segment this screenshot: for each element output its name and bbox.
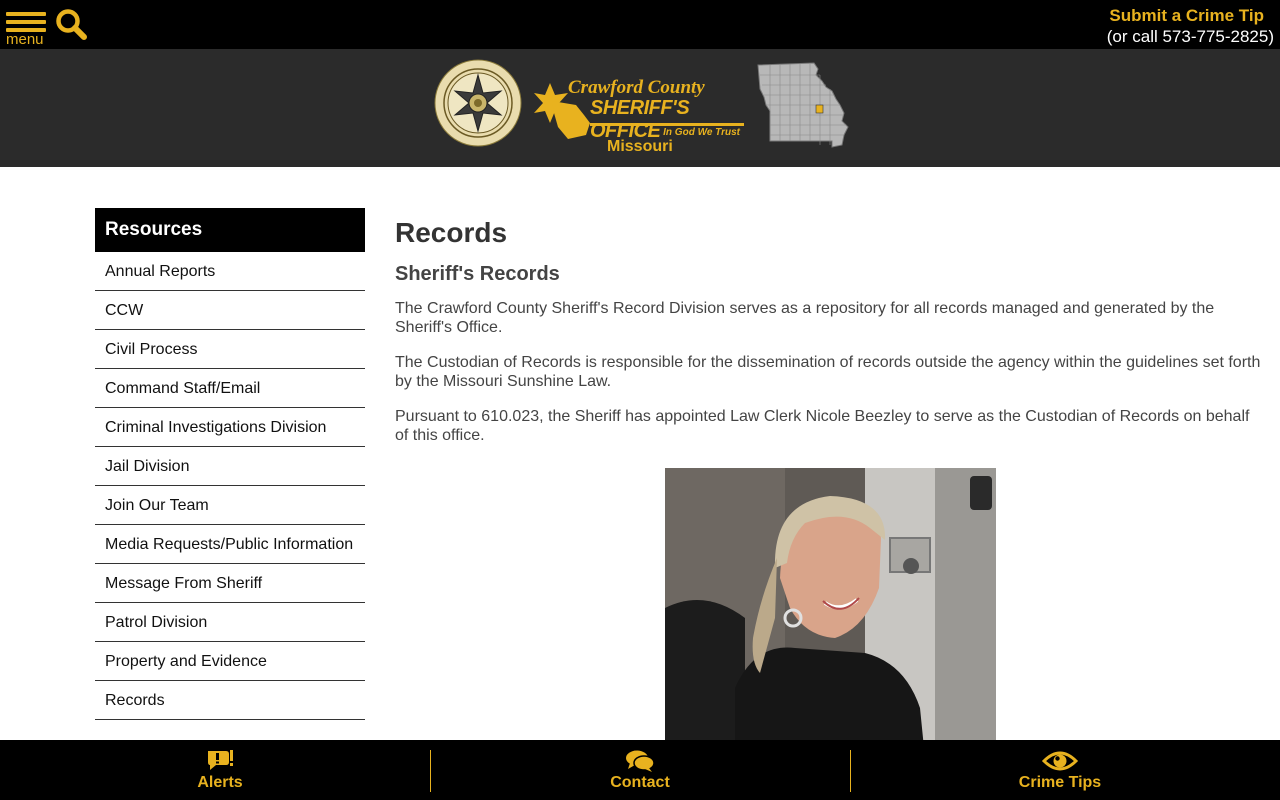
resources-sidebar: Resources Annual Reports CCW Civil Proce… [95,208,365,720]
section-subtitle: Sheriff's Records [395,263,560,285]
sidebar-item-civil-process[interactable]: Civil Process [95,330,365,369]
search-icon[interactable] [54,8,88,42]
sheriff-seal-icon[interactable] [434,59,522,147]
sidebar-item-jail-division[interactable]: Jail Division [95,447,365,486]
top-bar: menu Submit a Crime Tip (or call 573-775… [0,0,1280,49]
page-title: Records [395,217,508,248]
paragraph-repository: The Crawford County Sheriff's Record Div… [395,300,1215,336]
crime-tips-label: Crime Tips [1018,774,1102,791]
crime-tip-phone[interactable]: (or call 573-775-2825) [1107,26,1274,48]
contact-label: Contact [610,774,670,791]
hamburger-icon [6,12,46,16]
sidebar-item-criminal-investigations[interactable]: Criminal Investigations Division [95,408,365,447]
logo-county-text: Crawford County [568,77,705,98]
sidebar-item-patrol-division[interactable]: Patrol Division [95,603,365,642]
sidebar-item-records[interactable]: Records [95,681,365,720]
sidebar-item-annual-reports[interactable]: Annual Reports [95,252,365,291]
paragraph-custodian: The Custodian of Records is responsible … [395,354,1261,390]
sidebar-item-media-requests[interactable]: Media Requests/Public Information [95,525,365,564]
sidebar-item-command-staff[interactable]: Command Staff/Email [95,369,365,408]
contact-button[interactable]: Contact [430,740,850,800]
alerts-label: Alerts [197,774,243,791]
paragraph-appointment: Pursuant to 610.023, the Sheriff has app… [395,408,1250,444]
sidebar-heading: Resources [95,208,365,252]
hamburger-icon-bar [6,20,46,24]
sidebar-item-message-from-sheriff[interactable]: Message From Sheriff [95,564,365,603]
site-logo[interactable]: Crawford County SHERIFF'S OFFICE In God … [532,77,752,161]
alerts-button[interactable]: Alerts [0,740,440,800]
sidebar-item-join-our-team[interactable]: Join Our Team [95,486,365,525]
comments-icon [626,750,655,772]
menu-label: menu [6,31,44,48]
logo-state: Missouri [607,138,673,155]
custodian-photo [665,468,996,758]
sidebar-item-property-evidence[interactable]: Property and Evidence [95,642,365,681]
logo-motto: In God We Trust [663,127,740,138]
alerts-icon [208,750,233,770]
crime-tips-button[interactable]: Crime Tips [850,740,1270,800]
missouri-map-icon [756,61,852,149]
crime-tip-link[interactable]: Submit a Crime Tip (or call 573-775-2825… [1107,6,1274,48]
crime-tip-title[interactable]: Submit a Crime Tip [1107,6,1264,26]
sidebar-item-ccw[interactable]: CCW [95,291,365,330]
site-banner: Crawford County SHERIFF'S OFFICE In God … [0,49,1280,167]
eye-icon [1042,751,1078,771]
bottom-nav: Alerts Contact Crime Tips [0,740,1280,800]
menu-button[interactable]: menu [4,8,48,48]
logo-rule [590,123,744,126]
main-content: Records Sheriff's Records The Crawford C… [395,216,1267,758]
